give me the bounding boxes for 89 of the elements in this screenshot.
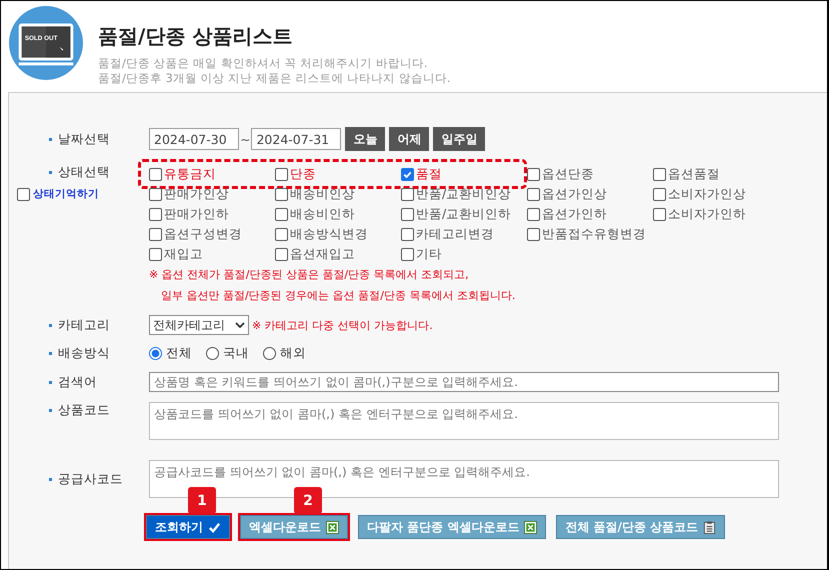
header-note: 품절/단종 상품은 매일 확인하셔서 꼭 처리해주시기 바랍니다. [98, 56, 428, 71]
chevron-down-icon [235, 322, 245, 328]
checkbox-label[interactable]: 기타 [416, 246, 442, 262]
bullet-icon [49, 352, 52, 355]
clipboard-icon [703, 520, 716, 534]
checkbox[interactable] [401, 188, 414, 200]
checkbox-label[interactable]: 옵션가인하 [542, 206, 607, 222]
warning-note: ※ 옵션 전체가 품절/단종된 상품은 품절/단종 목록에서 조회되고, [149, 267, 469, 283]
checkbox[interactable] [275, 168, 288, 180]
radio-label[interactable]: 전체 [166, 345, 192, 362]
checkbox[interactable] [401, 208, 414, 220]
checkbox[interactable] [275, 208, 288, 220]
date-field[interactable]: 2024-07-31 [251, 128, 342, 150]
checkbox[interactable] [149, 208, 162, 220]
date-preset-button[interactable]: 오늘 [345, 127, 386, 151]
category-note: ※ 카테고리 다중 선택이 가능합니다. [252, 318, 433, 332]
checkbox[interactable] [149, 168, 162, 180]
checkbox[interactable] [527, 228, 540, 240]
page-title: 품절/단종 상품리스트 [98, 23, 294, 50]
checkbox-label[interactable]: 카테고리변경 [416, 226, 494, 242]
step-badge: 1 [188, 487, 216, 514]
checkbox-label[interactable]: 반품접수유형변경 [542, 226, 646, 242]
checkbox[interactable] [149, 248, 162, 260]
checkbox[interactable] [401, 248, 414, 260]
category-dropdown[interactable]: 전체카테고리 [149, 315, 249, 335]
checkbox-label[interactable]: 단종 [290, 166, 316, 182]
check-icon [208, 520, 221, 534]
warning-note: 일부 옵션만 품절/단종된 경우에는 옵션 품절/단종 목록에서 조회됩니다. [160, 288, 516, 304]
bullet-icon [49, 478, 52, 480]
field-label: 상품코드 [58, 402, 110, 419]
bullet-icon [49, 380, 52, 384]
step-badge: 2 [294, 487, 322, 514]
checkbox-label[interactable]: 배송방식변경 [290, 226, 368, 242]
field-label: 검색어 [58, 374, 97, 390]
checkbox-label[interactable]: 상태기억하기 [33, 187, 99, 201]
checkbox-label[interactable]: 판매가인하 [164, 206, 229, 222]
checkbox-label[interactable]: 옵션품절 [668, 166, 720, 182]
checkbox-label[interactable]: 소비자가인하 [668, 206, 746, 222]
bullet-icon [49, 324, 52, 326]
spreadsheet-icon [326, 520, 339, 534]
checkbox-label[interactable]: 배송비인상 [290, 186, 355, 202]
checkbox-label[interactable]: 옵션가인상 [542, 186, 607, 202]
checkbox[interactable] [401, 228, 414, 240]
field-label: 상태선택 [58, 164, 110, 181]
field-label: 날짜선택 [58, 130, 110, 148]
checkbox[interactable] [275, 188, 288, 200]
checkbox-label[interactable]: 유통금지 [164, 166, 216, 182]
checkbox-label[interactable]: 판매가인상 [164, 186, 229, 202]
action-button[interactable]: 조회하기 [146, 515, 230, 539]
radio-button[interactable] [206, 347, 219, 360]
radio-button[interactable] [149, 347, 162, 360]
checkbox[interactable] [527, 168, 540, 180]
checkbox[interactable] [17, 188, 30, 200]
checkbox[interactable] [653, 168, 666, 180]
bullet-icon [49, 409, 52, 412]
date-preset-button[interactable]: 일주일 [433, 127, 486, 151]
checkbox[interactable] [275, 248, 288, 260]
checkbox[interactable] [653, 208, 666, 220]
checkbox[interactable] [149, 228, 162, 240]
date-field[interactable]: 2024-07-30 [149, 128, 239, 150]
field-label: 카테고리 [58, 316, 110, 334]
checkbox-label[interactable]: 반품/교환비인하 [416, 206, 512, 222]
radio-label[interactable]: 국내 [223, 345, 249, 362]
radio-label[interactable]: 해외 [280, 345, 306, 362]
product-code-field[interactable]: 상품코드를 띄어쓰기 없이 콤마(,) 혹은 엔터구분으로 입력해주세요. [149, 402, 779, 440]
field-label: 배송방식 [58, 345, 110, 362]
checkbox[interactable] [527, 208, 540, 220]
checkbox-label[interactable]: 옵션단종 [542, 166, 594, 182]
checkbox-label[interactable]: 반품/교환비인상 [416, 186, 512, 202]
checkbox[interactable] [527, 188, 540, 200]
checkbox[interactable] [653, 188, 666, 200]
search-field[interactable]: 상품명 혹은 키워드를 띄어쓰기 없이 콤마(,)구분으로 입력해주세요. [149, 372, 779, 392]
spreadsheet-icon [524, 520, 538, 534]
checkbox-label[interactable]: 배송비인하 [290, 206, 355, 222]
checkbox-label[interactable]: 소비자가인상 [668, 186, 746, 202]
range-separator: ~ [240, 132, 250, 146]
checkbox[interactable] [275, 228, 288, 240]
date-preset-button[interactable]: 어제 [389, 127, 430, 151]
checkbox-label[interactable]: 품절 [416, 166, 442, 182]
field-label: 공급사코드 [58, 470, 123, 488]
radio-button[interactable] [263, 347, 276, 360]
checkbox[interactable] [149, 188, 162, 200]
header-note: 품절/단종후 3개월 이상 지난 제품은 리스트에 나타나지 않습니다. [98, 71, 450, 86]
bullet-icon [49, 138, 52, 140]
checkbox-label[interactable]: 옵션재입고 [290, 246, 355, 262]
checkbox[interactable] [401, 168, 414, 180]
checkbox-label[interactable]: 재입고 [164, 246, 203, 262]
bullet-icon [49, 171, 52, 174]
checkbox-label[interactable]: 옵션구성변경 [164, 226, 242, 242]
